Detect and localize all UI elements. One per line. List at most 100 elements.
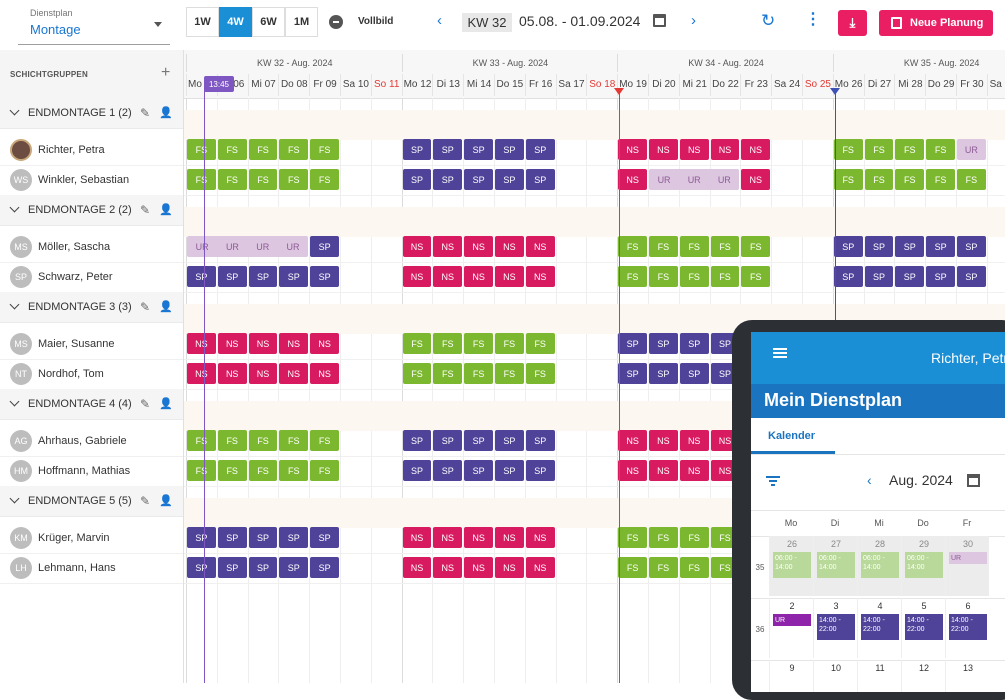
shift-cell[interactable]: SP xyxy=(402,460,432,481)
shift-cell[interactable]: SP xyxy=(495,430,524,451)
add-group-icon[interactable]: + xyxy=(161,64,170,82)
shift-cell[interactable]: NS xyxy=(495,527,524,548)
shift-cell[interactable]: FS xyxy=(217,169,247,190)
shift-group-row[interactable]: ENDMONTAGE 4 (4) ✎ 👤 xyxy=(0,389,183,420)
shift-cell[interactable]: FS xyxy=(187,430,216,451)
calendar-day-cell[interactable]: 3 14:00 - 22:00 xyxy=(813,598,857,658)
shift-cell[interactable]: FS xyxy=(464,333,493,354)
shift-cell[interactable]: FS xyxy=(957,169,986,190)
calendar-event[interactable]: UR xyxy=(773,614,811,626)
shift-cell[interactable]: SP xyxy=(310,527,339,548)
shift-cell[interactable]: SP xyxy=(433,430,463,451)
shift-cell[interactable]: NS xyxy=(402,557,432,578)
shift-cell[interactable]: NS xyxy=(279,333,309,354)
shift-cell[interactable]: NS xyxy=(710,139,740,160)
shift-cell[interactable]: FS xyxy=(279,460,309,481)
employee-row[interactable]: Richter, Petra xyxy=(0,135,183,166)
shift-cell[interactable]: SP xyxy=(833,266,863,287)
shift-cell[interactable]: NS xyxy=(525,557,555,578)
shift-cell[interactable]: SP xyxy=(525,169,555,190)
shift-cell[interactable]: SP xyxy=(402,139,432,160)
shift-cell[interactable]: NS xyxy=(649,460,678,481)
shift-cell[interactable]: FS xyxy=(187,139,216,160)
shift-cell[interactable]: NS xyxy=(495,266,524,287)
shift-cell[interactable]: FS xyxy=(679,236,709,257)
shift-cell[interactable]: NS xyxy=(187,363,216,384)
shift-cell[interactable]: SP xyxy=(402,169,432,190)
shift-cell[interactable]: SP xyxy=(217,557,247,578)
calendar-day-cell[interactable]: 27 06:00 - 14:00 xyxy=(813,536,857,596)
shift-cell[interactable]: SP xyxy=(926,266,955,287)
vacation-block[interactable]: UR UR UR xyxy=(649,169,740,190)
shift-cell[interactable]: SP xyxy=(525,460,555,481)
shift-cell[interactable]: FS xyxy=(402,333,432,354)
shift-cell[interactable]: FS xyxy=(217,430,247,451)
calendar-event[interactable]: 06:00 - 14:00 xyxy=(773,552,811,578)
edit-icon[interactable]: ✎ xyxy=(140,494,150,508)
dienstplan-select[interactable]: Dienstplan Montage xyxy=(18,6,170,45)
shift-cell[interactable]: SP xyxy=(864,266,894,287)
shift-cell[interactable]: FS xyxy=(618,266,647,287)
employee-row[interactable]: AG Ahrhaus, Gabriele xyxy=(0,426,183,457)
calendar-day-cell[interactable]: 5 14:00 - 22:00 xyxy=(901,598,945,658)
shift-cell[interactable]: SP xyxy=(433,460,463,481)
shift-cell[interactable]: SP xyxy=(279,557,309,578)
vacation-block[interactable]: UR UR UR UR xyxy=(187,236,309,257)
assign-user-icon[interactable]: 👤 xyxy=(159,106,173,119)
shift-cell[interactable]: NS xyxy=(649,430,678,451)
shift-cell[interactable]: FS xyxy=(679,557,709,578)
shift-cell[interactable]: FS xyxy=(895,169,925,190)
chevron-down-icon[interactable] xyxy=(9,202,20,213)
shift-cell[interactable]: NS xyxy=(217,363,247,384)
shift-cell[interactable]: NS xyxy=(279,363,309,384)
shift-cell[interactable]: SP xyxy=(464,460,493,481)
calendar-day-cell[interactable]: 9 xyxy=(769,660,813,692)
employee-row[interactable]: MS Möller, Sascha xyxy=(0,232,183,263)
shift-cell[interactable]: FS xyxy=(495,363,524,384)
shift-cell[interactable]: FS xyxy=(649,557,678,578)
shift-cell[interactable]: SP xyxy=(464,139,493,160)
shift-cell[interactable]: SP xyxy=(864,236,894,257)
chevron-left-icon[interactable]: ‹ xyxy=(437,12,442,29)
shift-cell[interactable]: SP xyxy=(310,266,339,287)
calendar-icon[interactable] xyxy=(653,14,666,27)
edit-icon[interactable]: ✎ xyxy=(140,397,150,411)
shift-group-row[interactable]: ENDMONTAGE 5 (5) ✎ 👤 xyxy=(0,486,183,517)
shift-cell[interactable]: NS xyxy=(679,139,709,160)
shift-cell[interactable]: FS xyxy=(402,363,432,384)
shift-cell[interactable]: SP xyxy=(187,527,216,548)
shift-group-row[interactable]: ENDMONTAGE 3 (3) ✎ 👤 xyxy=(0,292,183,323)
edit-icon[interactable]: ✎ xyxy=(140,203,150,217)
shift-cell[interactable]: FS xyxy=(649,527,678,548)
shift-cell[interactable]: NS xyxy=(679,430,709,451)
shift-cell[interactable]: SP xyxy=(464,430,493,451)
shift-cell[interactable]: SP xyxy=(433,139,463,160)
shift-cell[interactable]: SP xyxy=(957,236,986,257)
calendar-event[interactable]: 14:00 - 22:00 xyxy=(861,614,899,640)
shift-cell[interactable]: FS xyxy=(525,333,555,354)
chevron-down-icon[interactable] xyxy=(9,299,20,310)
shift-cell[interactable]: FS xyxy=(864,139,894,160)
shift-cell[interactable]: SP xyxy=(679,333,709,354)
shift-cell[interactable]: NS xyxy=(525,527,555,548)
shift-cell[interactable]: FS xyxy=(895,139,925,160)
shift-cell[interactable]: FS xyxy=(310,460,339,481)
calendar-event[interactable]: 06:00 - 14:00 xyxy=(905,552,943,578)
shift-cell[interactable]: NS xyxy=(618,169,647,190)
shift-cell[interactable]: NS xyxy=(310,333,339,354)
employee-row[interactable]: HM Hoffmann, Mathias xyxy=(0,456,183,487)
edit-icon[interactable]: ✎ xyxy=(140,106,150,120)
shift-cell[interactable]: NS xyxy=(433,266,463,287)
chevron-down-icon[interactable] xyxy=(9,493,20,504)
shift-cell[interactable]: NS xyxy=(525,236,555,257)
shift-cell[interactable]: FS xyxy=(279,139,309,160)
shift-cell[interactable]: FS xyxy=(433,363,463,384)
shift-cell[interactable]: SP xyxy=(926,236,955,257)
shift-cell[interactable]: SP xyxy=(402,430,432,451)
employee-row[interactable]: MS Maier, Susanne xyxy=(0,329,183,360)
shift-cell[interactable]: NS xyxy=(679,460,709,481)
calendar-event[interactable]: 14:00 - 22:00 xyxy=(817,614,855,640)
shift-cell[interactable]: NS xyxy=(187,333,216,354)
shift-cell[interactable]: FS xyxy=(864,169,894,190)
shift-cell[interactable]: NS xyxy=(464,527,493,548)
